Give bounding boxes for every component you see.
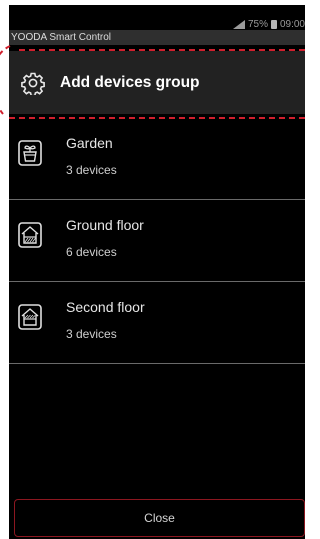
status-bar: 75% 09:00 (9, 5, 305, 30)
add-devices-group-button[interactable]: Add devices group (9, 51, 305, 114)
group-name: Garden (66, 135, 113, 151)
plant-pot-icon (18, 140, 42, 166)
group-device-count: 3 devices (66, 163, 117, 177)
group-item-second-floor[interactable]: Second floor 3 devices (9, 282, 305, 364)
battery-icon (270, 20, 277, 29)
highlight-dash-curve (0, 45, 11, 115)
add-devices-group-label: Add devices group (60, 73, 200, 91)
close-button-label: Close (144, 511, 175, 525)
signal-icon (232, 20, 245, 29)
house-icon (18, 304, 42, 330)
group-device-count: 6 devices (66, 245, 117, 259)
app-title-bar: YOODA Smart Control (9, 30, 305, 45)
house-icon (18, 222, 42, 248)
group-device-count: 3 devices (66, 327, 117, 341)
group-item-ground-floor[interactable]: Ground floor 6 devices (9, 200, 305, 282)
group-name: Second floor (66, 299, 145, 315)
close-button[interactable]: Close (14, 499, 305, 537)
status-time: 09:00 (279, 19, 305, 30)
group-item-garden[interactable]: Garden 3 devices (9, 118, 305, 200)
groups-list: Garden 3 devices Ground floor 6 devices (9, 118, 305, 364)
phone-screen: 75% 09:00 YOODA Smart Control Add device… (9, 5, 305, 539)
highlight-dash-top (19, 49, 305, 51)
status-indicators: 75% 09:00 (232, 19, 305, 30)
group-name: Ground floor (66, 217, 144, 233)
battery-percent: 75% (247, 19, 268, 30)
gear-icon (21, 71, 45, 95)
app-title: YOODA Smart Control (11, 32, 112, 43)
